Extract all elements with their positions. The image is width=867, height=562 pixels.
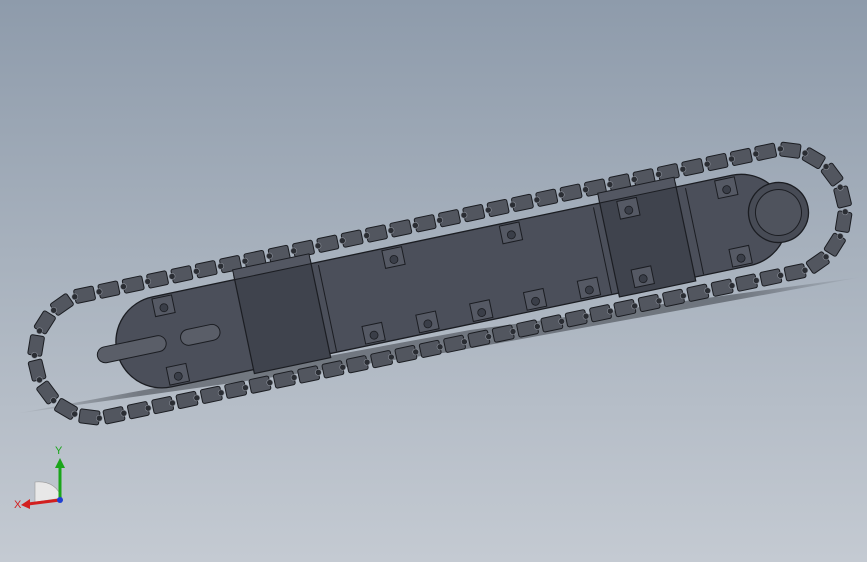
- chain-link: [102, 406, 128, 425]
- x-axis-line: [27, 498, 61, 506]
- chain-link: [27, 334, 45, 359]
- bolt-bracket: [616, 196, 641, 220]
- chain-link: [412, 214, 437, 233]
- chain-link: [735, 273, 760, 292]
- bolt-bracket: [522, 287, 548, 311]
- chain-link: [460, 204, 486, 223]
- chain-link: [820, 162, 844, 187]
- chain-link: [805, 251, 830, 274]
- bolt-bracket: [714, 176, 739, 200]
- chain-link: [752, 142, 778, 161]
- chain-link: [144, 270, 169, 289]
- chain-link: [126, 401, 152, 420]
- chain-link: [199, 385, 225, 404]
- chain-link: [49, 293, 74, 316]
- chain-link: [823, 232, 846, 257]
- bolt-bracket: [728, 244, 753, 268]
- bolt-bracket: [469, 299, 494, 323]
- chain-link: [679, 158, 705, 177]
- chain-link: [71, 285, 96, 304]
- bolt-bracket: [361, 321, 386, 345]
- chain-link: [387, 219, 413, 238]
- x-axis-label: X: [14, 499, 22, 511]
- chain-link: [728, 147, 753, 166]
- chain-link: [314, 234, 340, 253]
- chain-link: [78, 408, 103, 426]
- bolt-bracket: [151, 294, 176, 318]
- bolt-bracket: [165, 362, 191, 386]
- chain-link: [533, 188, 559, 207]
- chain-link: [95, 280, 121, 299]
- chain-link: [151, 396, 176, 415]
- chain-link: [54, 398, 78, 420]
- chain-link: [168, 265, 194, 284]
- cad-viewport[interactable]: [0, 0, 867, 562]
- chain-link: [175, 390, 201, 410]
- chain-link: [193, 260, 218, 279]
- chain-link: [509, 193, 534, 212]
- y-axis-label: Y: [55, 445, 63, 457]
- orientation-triad[interactable]: Y X: [10, 440, 80, 515]
- chain-link: [834, 208, 853, 233]
- chain-link: [363, 224, 388, 243]
- bolt-bracket: [630, 265, 656, 289]
- chain-link: [759, 268, 784, 287]
- y-axis-arrow: [55, 458, 65, 468]
- chain-link: [27, 358, 47, 384]
- bolt-bracket: [381, 246, 406, 269]
- bolt-bracket: [415, 310, 440, 334]
- chain-link: [710, 278, 736, 297]
- chain-link: [120, 275, 145, 294]
- bolt-bracket: [576, 276, 602, 300]
- chain-link: [436, 209, 461, 228]
- bolt-bracket: [498, 221, 524, 245]
- chain-link: [485, 198, 510, 218]
- chain-link: [801, 147, 826, 170]
- x-axis-arrow: [21, 499, 30, 509]
- chain-link: [557, 183, 583, 202]
- triad-origin: [57, 497, 63, 503]
- chain-link: [777, 141, 802, 159]
- chain-link: [833, 183, 852, 209]
- chain-link: [339, 229, 364, 248]
- chain-link: [783, 263, 809, 282]
- chain-link: [36, 380, 59, 405]
- chain-link: [703, 153, 729, 172]
- chain-link: [33, 310, 56, 335]
